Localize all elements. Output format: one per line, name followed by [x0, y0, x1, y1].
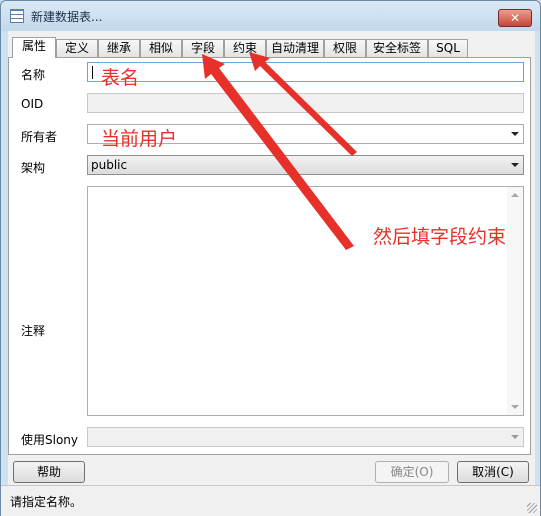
ok-button: 确定(O)	[375, 461, 449, 483]
slony-label: 使用Slony	[21, 433, 79, 447]
text-caret	[92, 66, 93, 79]
tab-privileges[interactable]: 权限	[324, 39, 366, 57]
annotation-table-name: 表名	[101, 67, 140, 89]
close-button[interactable]: ✕	[498, 9, 532, 27]
close-icon: ✕	[509, 11, 521, 25]
title-bar[interactable]: 新建数据表... ✕	[1, 1, 540, 31]
owner-label: 所有者	[21, 130, 58, 144]
tab-properties[interactable]: 属性	[12, 37, 56, 58]
scroll-down-icon[interactable]	[511, 405, 519, 409]
tab-columns[interactable]: 字段	[182, 39, 224, 57]
status-bar: 请指定名称。	[1, 485, 540, 516]
oid-label: OID	[21, 97, 44, 111]
annotation-current-user: 当前用户	[101, 128, 178, 150]
comment-textarea[interactable]	[87, 186, 524, 416]
tab-inherits[interactable]: 继承	[98, 39, 140, 57]
slony-select	[87, 427, 524, 447]
resize-grip-icon[interactable]	[527, 503, 537, 513]
tab-sql[interactable]: SQL	[428, 39, 468, 57]
vertical-scrollbar[interactable]	[507, 187, 523, 415]
table-icon	[10, 9, 24, 23]
schema-select[interactable]: public	[87, 155, 524, 175]
chevron-down-icon[interactable]	[511, 163, 519, 167]
dialog-body: 属性 定义 继承 相似 字段 约束 自动清理 权限 安全标签 SQL 名称 OI…	[8, 31, 535, 485]
tab-autovacuum[interactable]: 自动清理	[266, 39, 324, 57]
tab-security-labels[interactable]: 安全标签	[366, 39, 428, 57]
name-input[interactable]	[87, 62, 524, 82]
cancel-button[interactable]: 取消(C)	[457, 461, 529, 483]
status-text: 请指定名称。	[10, 495, 83, 509]
scroll-up-icon[interactable]	[511, 193, 519, 197]
chevron-down-icon[interactable]	[511, 132, 519, 136]
tab-strip: 属性 定义 继承 相似 字段 约束 自动清理 权限 安全标签 SQL	[8, 37, 535, 58]
properties-panel: 名称 OID 所有者 架构 public 注释 使用Slony	[8, 57, 531, 455]
window-title: 新建数据表...	[31, 10, 103, 24]
comment-label: 注释	[21, 324, 46, 338]
schema-label: 架构	[21, 161, 46, 175]
name-label: 名称	[21, 68, 46, 82]
tab-like[interactable]: 相似	[140, 39, 182, 57]
oid-input	[87, 93, 524, 113]
tab-constraints[interactable]: 约束	[224, 39, 266, 57]
help-button[interactable]: 帮助	[13, 461, 85, 483]
tab-definition[interactable]: 定义	[56, 39, 98, 57]
dialog-window: 新建数据表... ✕ 属性 定义 继承 相似 字段 约束 自动清理 权限 安全标…	[0, 0, 541, 516]
annotation-then-fill: 然后填字段约束	[373, 226, 507, 248]
chevron-down-icon	[511, 435, 519, 439]
